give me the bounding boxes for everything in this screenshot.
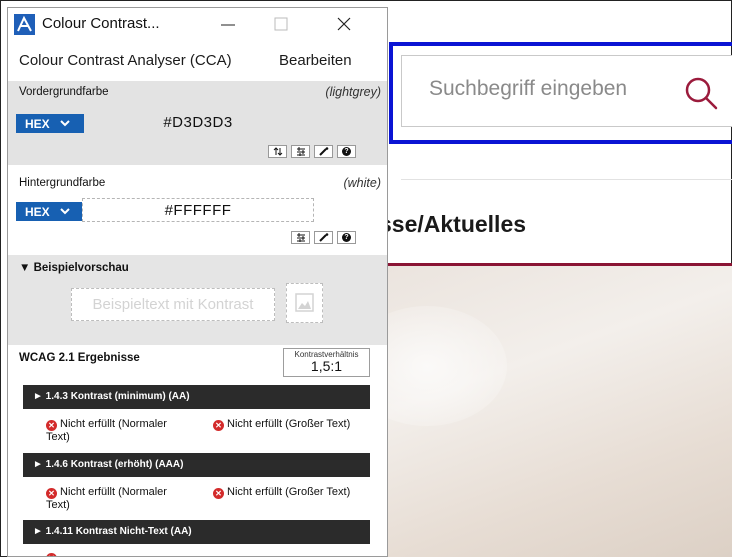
background-help-button[interactable]: ? xyxy=(337,231,356,244)
hero-image xyxy=(387,263,732,557)
result-normal-text-label: Nicht erfüllt (Normaler xyxy=(60,486,167,498)
preview-toggle[interactable]: ▼ Beispielvorschau xyxy=(19,262,129,274)
background-color-name: (white) xyxy=(343,176,381,190)
criterion-1-4-6-toggle[interactable]: ► 1.4.6 Kontrast (erhöht) (AAA) xyxy=(23,453,370,477)
close-icon xyxy=(337,17,351,31)
wcag-results-label: WCAG 2.1 Ergebnisse xyxy=(19,352,140,364)
window-title: Colour Contrast... xyxy=(42,15,160,32)
result-normal-text: ✕ Nicht erfüllt (Normaler xyxy=(46,486,167,499)
result-partial-cutoff: ✕ xyxy=(46,551,60,556)
fail-icon: ✕ xyxy=(46,420,57,431)
search-placeholder: Suchbegriff eingeben xyxy=(429,77,628,100)
foreground-panel: Vordergrundfarbe (lightgrey) HEX #D3D3D3… xyxy=(8,81,387,165)
title-bar[interactable]: Colour Contrast... xyxy=(8,8,387,40)
preview-image-button[interactable] xyxy=(286,283,323,323)
foreground-format-label: HEX xyxy=(25,116,50,131)
result-large-text: ✕ Nicht erfüllt (Großer Text) xyxy=(213,486,350,499)
foreground-sliders-button[interactable] xyxy=(291,145,310,158)
sliders-icon xyxy=(296,233,305,242)
chevron-down-icon xyxy=(59,208,70,215)
menu-item-edit[interactable]: Bearbeiten xyxy=(279,52,352,69)
site-separator xyxy=(401,179,732,180)
foreground-format-select[interactable]: HEX xyxy=(16,114,84,133)
fail-icon: ✕ xyxy=(213,420,224,431)
search-input[interactable]: Suchbegriff eingeben xyxy=(401,55,732,127)
minimize-button[interactable] xyxy=(212,12,244,36)
fail-icon: ✕ xyxy=(46,553,57,556)
eyedropper-icon xyxy=(318,147,328,156)
fail-icon: ✕ xyxy=(46,488,57,499)
background-panel: Hintergrundfarbe (white) HEX #FFFFFF ? xyxy=(8,171,387,249)
menu-item-app[interactable]: Colour Contrast Analyser (CCA) xyxy=(19,52,232,69)
help-icon: ? xyxy=(342,147,351,156)
minimize-icon xyxy=(221,24,235,26)
criterion-1-4-11-toggle[interactable]: ► 1.4.11 Kontrast Nicht-Text (AA) xyxy=(23,520,370,544)
maximize-button[interactable] xyxy=(265,12,297,36)
foreground-color-name: (lightgrey) xyxy=(325,85,381,99)
foreground-hex-input[interactable]: #D3D3D3 xyxy=(82,111,314,135)
background-sliders-button[interactable] xyxy=(291,231,310,244)
help-icon: ? xyxy=(342,233,351,242)
preview-sample-text: Beispieltext mit Kontrast xyxy=(71,288,275,321)
background-format-label: HEX xyxy=(25,204,50,219)
eyedropper-icon xyxy=(318,233,328,242)
cca-window: Colour Contrast... Colour Contrast Analy… xyxy=(7,7,388,557)
chevron-down-icon xyxy=(59,120,70,127)
image-icon xyxy=(295,293,314,312)
result-large-text-label: Nicht erfüllt (Großer Text) xyxy=(227,486,351,498)
app-logo-icon xyxy=(14,14,35,35)
search-icon[interactable] xyxy=(683,75,719,111)
background-label: Hintergrundfarbe xyxy=(19,177,106,189)
background-eyedropper-button[interactable] xyxy=(314,231,333,244)
result-large-text: ✕ Nicht erfüllt (Großer Text) xyxy=(213,418,350,431)
background-format-select[interactable]: HEX xyxy=(16,202,84,221)
result-normal-text: ✕ Nicht erfüllt (Normaler xyxy=(46,418,167,431)
menu-bar: Colour Contrast Analyser (CCA) Bearbeite… xyxy=(8,48,387,72)
preview-panel: ▼ Beispielvorschau Beispieltext mit Kont… xyxy=(8,255,387,345)
foreground-eyedropper-button[interactable] xyxy=(314,145,333,158)
fail-icon: ✕ xyxy=(213,488,224,499)
close-button[interactable] xyxy=(328,12,360,36)
result-large-text-label: Nicht erfüllt (Großer Text) xyxy=(227,418,351,430)
foreground-help-button[interactable]: ? xyxy=(337,145,356,158)
swap-icon xyxy=(273,147,282,156)
criterion-1-4-3-toggle[interactable]: ► 1.4.3 Kontrast (minimum) (AA) xyxy=(23,385,370,409)
sliders-icon xyxy=(296,147,305,156)
result-normal-text-cont: Text) xyxy=(46,499,70,511)
maximize-icon xyxy=(274,17,288,31)
result-normal-text-cont: Text) xyxy=(46,431,70,443)
result-normal-text-label: Nicht erfüllt (Normaler xyxy=(60,418,167,430)
contrast-ratio-value: 1,5:1 xyxy=(310,358,343,374)
contrast-ratio-box: Kontrastverhältnis 1,5:1 xyxy=(283,348,370,377)
background-hex-input[interactable]: #FFFFFF xyxy=(82,198,314,222)
foreground-label: Vordergrundfarbe xyxy=(19,86,109,98)
swap-colors-button[interactable] xyxy=(268,145,287,158)
news-heading: sse/Aktuelles xyxy=(379,211,527,237)
